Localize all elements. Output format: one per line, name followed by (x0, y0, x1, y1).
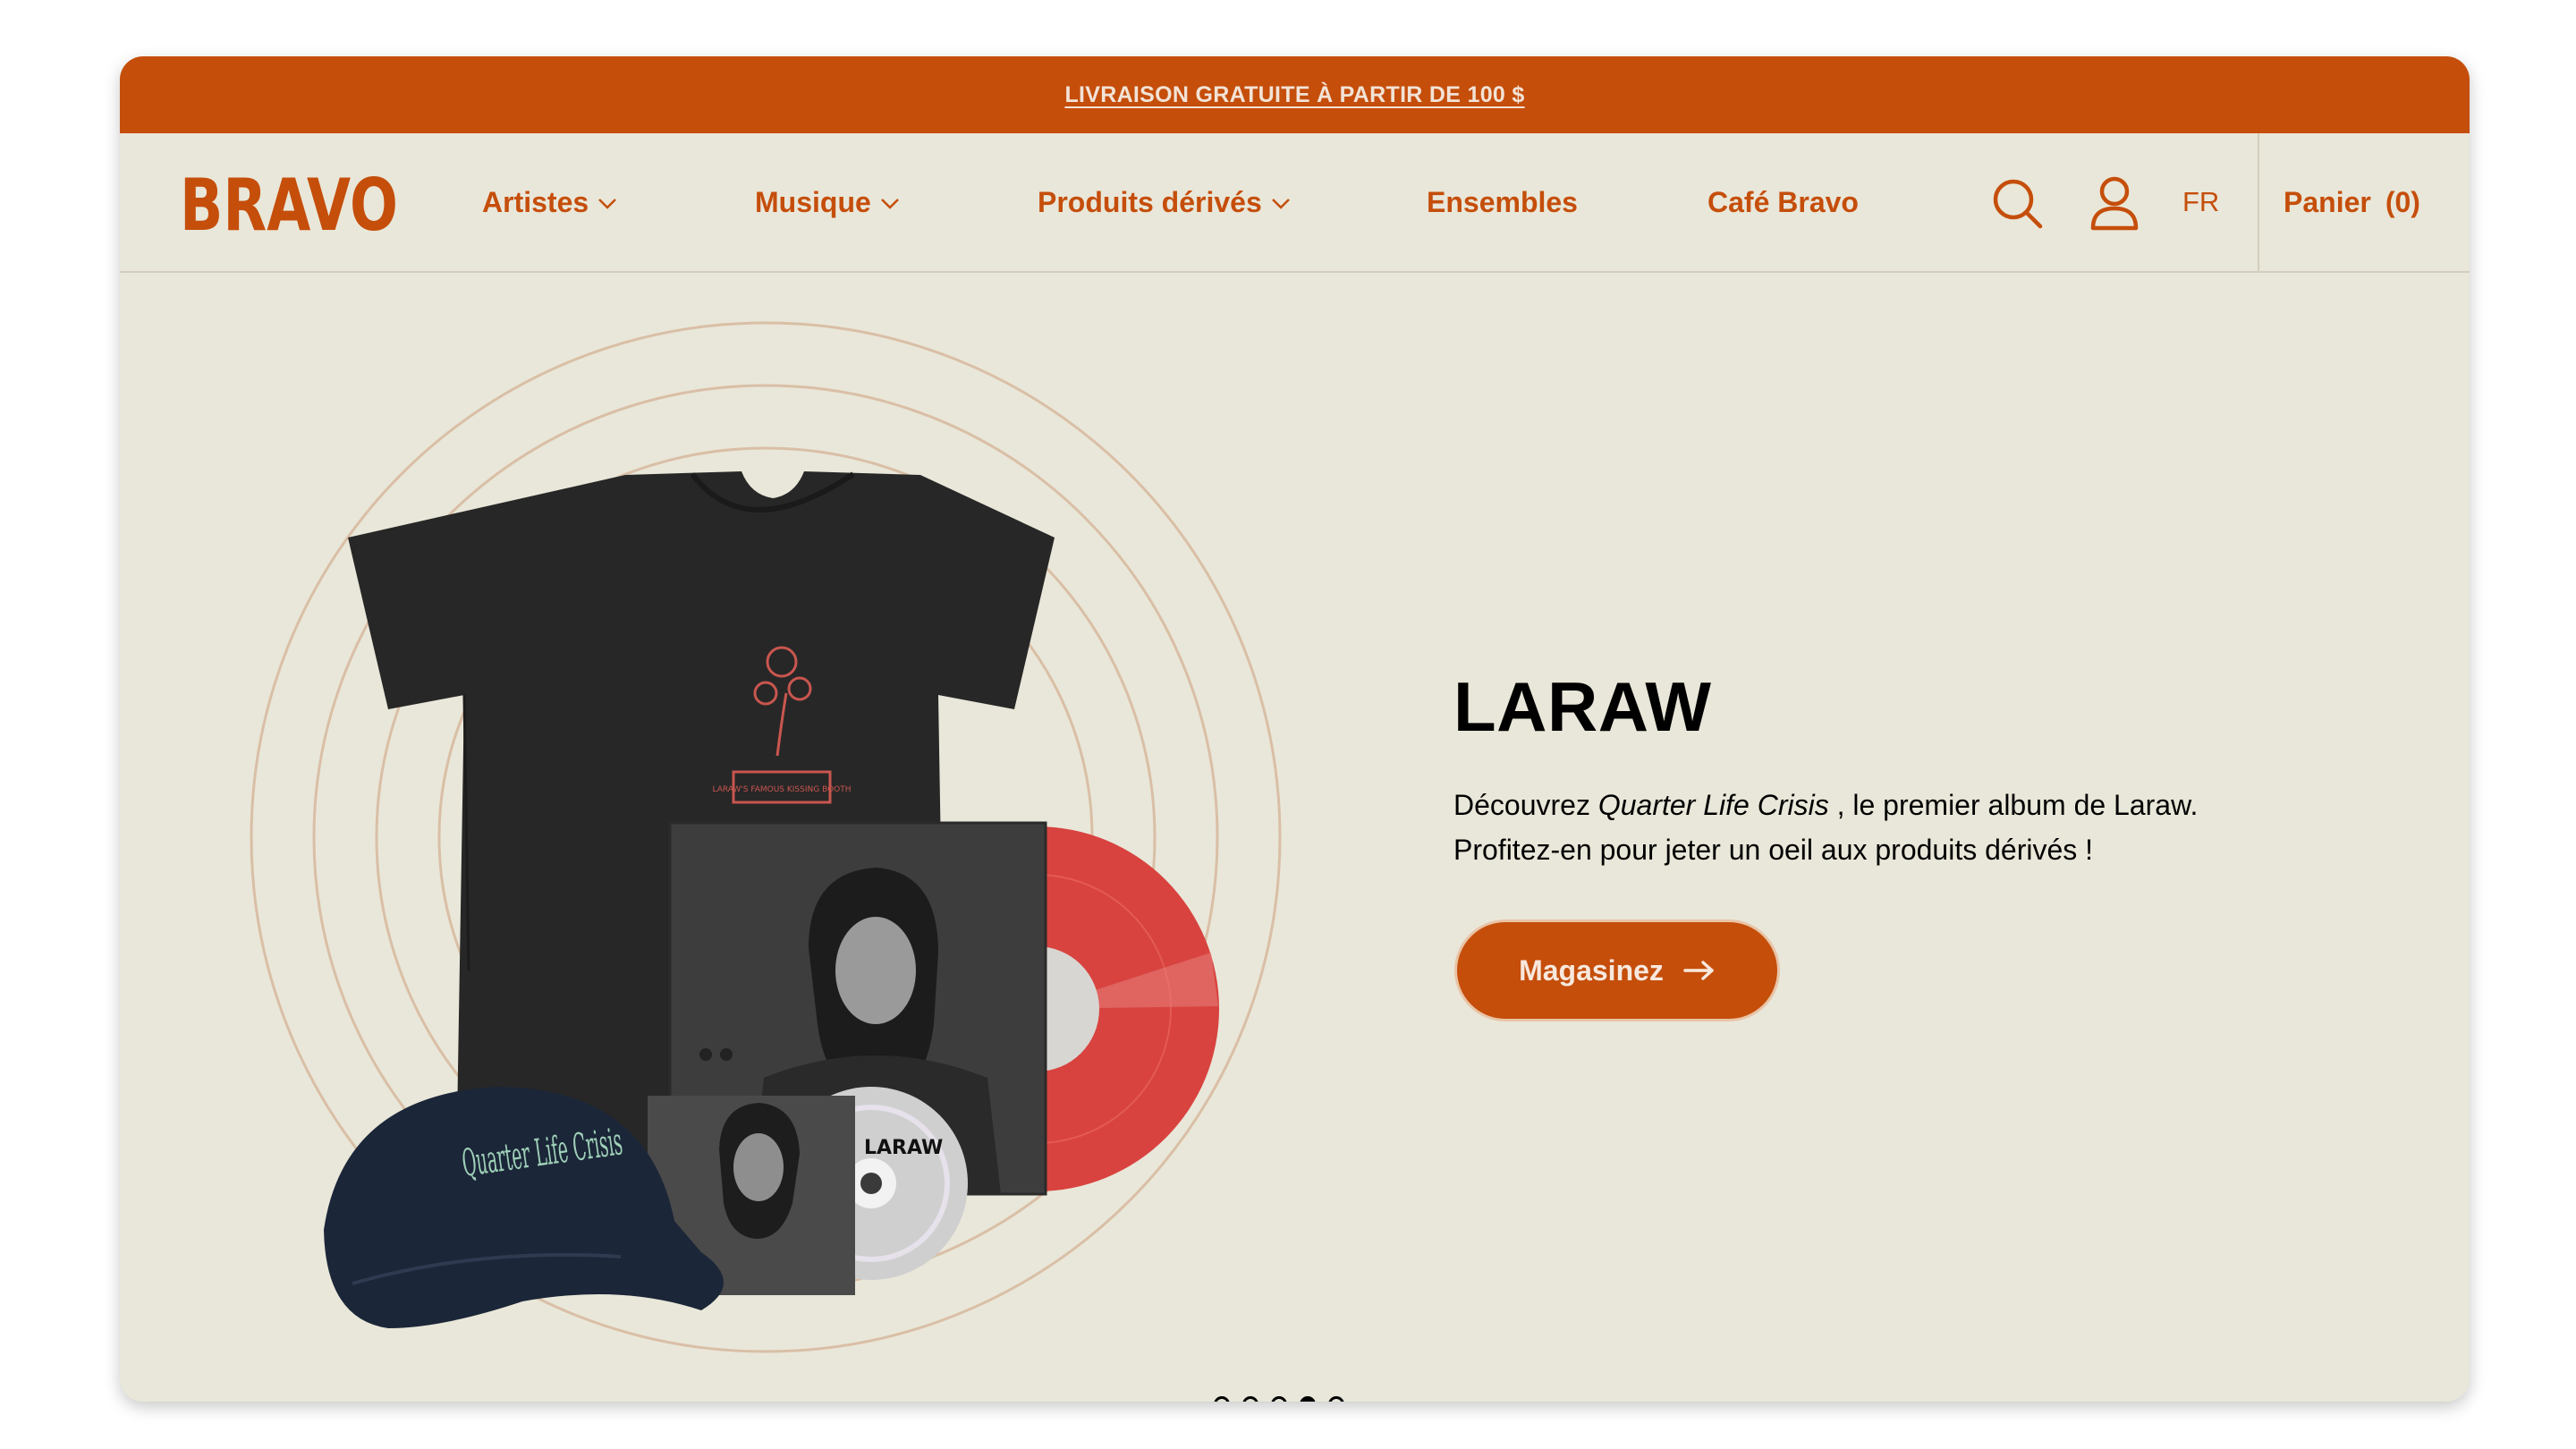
cart-label: Panier (2284, 185, 2371, 218)
carousel-dot[interactable] (1271, 1396, 1287, 1402)
hero-description-line2: Profitez-en pour jeter un oeil aux produ… (1453, 834, 2094, 866)
user-icon[interactable] (2089, 176, 2140, 236)
chevron-down-icon (598, 199, 617, 209)
promo-banner-link[interactable]: LIVRAISON GRATUITE À PARTIR DE 100 $ (1064, 82, 1524, 108)
nav-musique-label: Musique (755, 185, 871, 218)
browser-page-frame: LIVRAISON GRATUITE À PARTIR DE 100 $ BRA… (120, 56, 2470, 1402)
search-icon[interactable] (1990, 176, 2046, 236)
cd-artist-text: LARAW (864, 1137, 943, 1159)
nav-artistes[interactable]: Artistes (482, 133, 617, 271)
product-bundle-image[interactable]: LARAW'S FAMOUS KISSING BOOTH LARAW (120, 273, 1336, 1402)
cart-count: (0) (2385, 185, 2420, 218)
cart-button[interactable]: Panier (0) (2284, 133, 2420, 271)
nav-cafe-bravo-label: Café Bravo (1707, 185, 1859, 218)
nav-artistes-label: Artistes (482, 185, 589, 218)
carousel-dot[interactable] (1214, 1396, 1230, 1402)
hero-description: Découvrez Quarter Life Crisis , le premi… (1453, 783, 2348, 872)
hero-slide: LARAW'S FAMOUS KISSING BOOTH LARAW LARAW… (120, 273, 2470, 1402)
chevron-down-icon (880, 199, 899, 209)
main-header: BRAVO Artistes Musique Produits dérivés … (120, 133, 2470, 273)
carousel-dot[interactable] (1300, 1396, 1316, 1402)
language-switcher[interactable]: FR (2182, 133, 2219, 271)
arrow-right-icon (1683, 961, 1714, 980)
nav-musique[interactable]: Musique (755, 133, 900, 271)
nav-produits-derives[interactable]: Produits dérivés (1038, 133, 1291, 271)
hero-description-suffix: , le premier album de Laraw. (1836, 789, 2199, 821)
hero-album-title: Quarter Life Crisis (1597, 789, 1829, 821)
tshirt-print-label: LARAW'S FAMOUS KISSING BOOTH (712, 785, 851, 794)
header-divider (2258, 133, 2259, 271)
chevron-down-icon (1271, 199, 1290, 209)
nav-produits-derives-label: Produits dérivés (1038, 185, 1262, 218)
bravo-logo[interactable]: BRAVO (180, 164, 400, 247)
carousel-dots (1214, 1396, 1344, 1402)
shop-now-button[interactable]: Magasinez (1454, 919, 1780, 1021)
nav-ensembles[interactable]: Ensembles (1427, 133, 1578, 271)
nav-ensembles-label: Ensembles (1427, 185, 1578, 218)
nav-cafe-bravo[interactable]: Café Bravo (1707, 133, 1859, 271)
hero-description-prefix: Découvrez (1453, 789, 1590, 821)
carousel-dot[interactable] (1328, 1396, 1344, 1402)
logo-text: BRAVO (180, 169, 398, 237)
carousel-dot[interactable] (1242, 1396, 1258, 1402)
promo-banner: LIVRAISON GRATUITE À PARTIR DE 100 $ (120, 56, 2470, 133)
shop-now-label: Magasinez (1519, 953, 1664, 987)
hero-title: LARAW (1453, 667, 1712, 746)
